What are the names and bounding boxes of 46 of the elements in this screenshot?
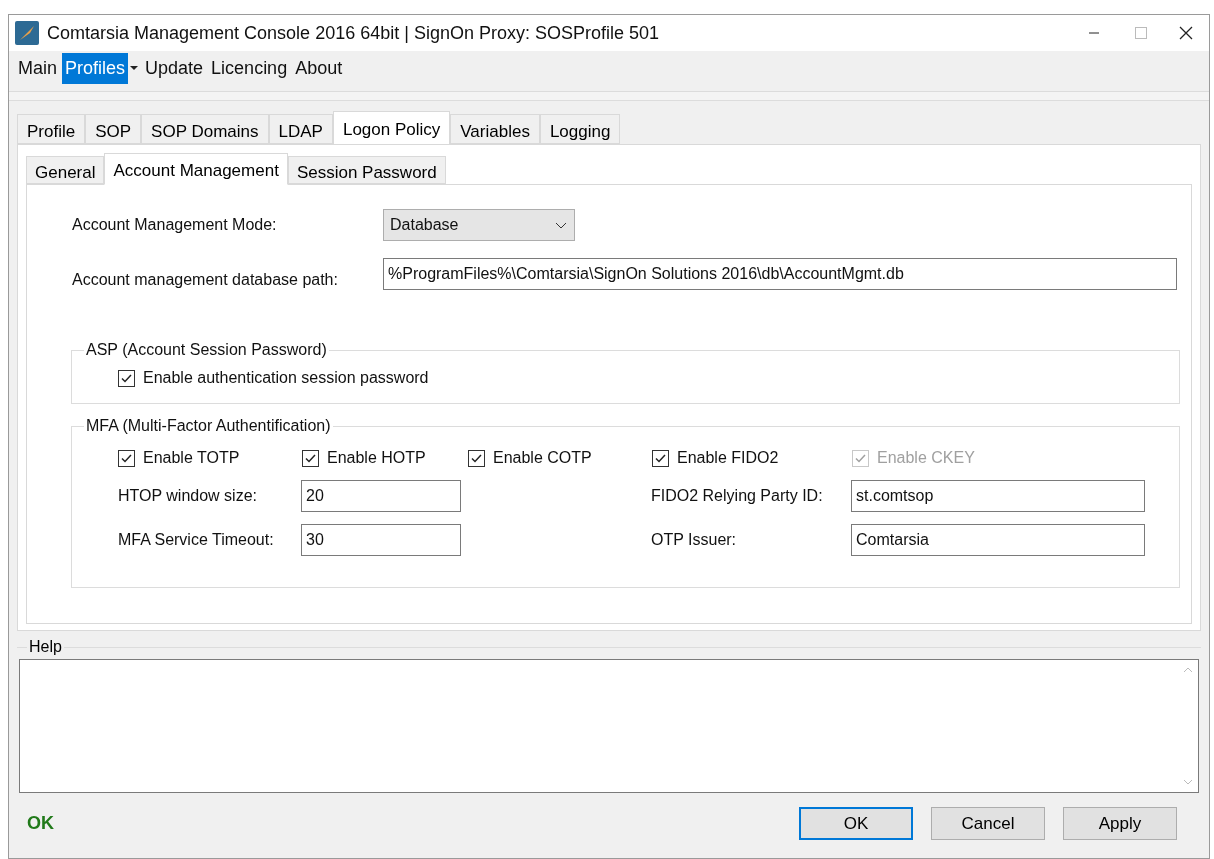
group-title: MFA (Multi-Factor Authentification) — [85, 416, 332, 436]
menu-item[interactable]: About — [292, 52, 346, 84]
checkbox[interactable]: Enable TOTP — [118, 446, 302, 470]
dialog-button[interactable]: Apply — [1063, 807, 1177, 840]
tab[interactable]: General — [26, 156, 105, 184]
field-label: Account management database path: — [72, 270, 339, 290]
menu-item[interactable]: Licencing — [208, 52, 291, 84]
checkbox[interactable]: Enable COTP — [468, 446, 652, 470]
scroll-down-icon[interactable] — [1183, 778, 1193, 786]
tab[interactable]: Logon Policy — [332, 111, 451, 145]
dropdown-caret-icon[interactable] — [128, 63, 141, 73]
text-field[interactable]: 30 — [301, 524, 461, 556]
field-label: FIDO2 Relying Party ID: — [651, 486, 824, 506]
tab[interactable]: Session Password — [287, 156, 446, 184]
text-field[interactable]: Comtarsia — [851, 524, 1145, 556]
checkbox[interactable]: Enable FIDO2 — [652, 446, 852, 470]
status-text: OK — [27, 812, 54, 835]
menu-item[interactable]: Profiles — [62, 52, 129, 84]
dialog-button[interactable]: Cancel — [931, 807, 1045, 840]
tab[interactable]: Logging — [539, 114, 621, 144]
text-field[interactable]: %ProgramFiles%\Comtarsia\SignOn Solutions 2016\db\AccountMgmt.db — [383, 258, 1177, 290]
dialog-button[interactable]: OK — [799, 807, 913, 840]
field-label: OTP Issuer: — [651, 530, 738, 550]
group-title: Help — [28, 637, 63, 657]
checkbox[interactable]: Enable HOTP — [302, 446, 468, 470]
app-icon — [15, 21, 39, 45]
field-label: HTOP window size: — [118, 486, 258, 506]
group-title: ASP (Account Session Password) — [85, 340, 328, 360]
menu-item[interactable]: Update — [142, 52, 207, 84]
text-field[interactable]: 20 — [301, 480, 461, 512]
field-label: MFA Service Timeout: — [118, 530, 275, 550]
field-label: Account Management Mode: — [72, 215, 278, 235]
tab[interactable]: SOP Domains — [141, 114, 269, 144]
tab[interactable]: Account Management — [104, 153, 288, 185]
tab[interactable]: Variables — [450, 114, 540, 144]
scroll-up-icon[interactable] — [1183, 666, 1193, 674]
chevron-down-icon — [554, 220, 568, 230]
mode-dropdown[interactable]: Database — [383, 209, 575, 241]
text-field[interactable]: st.comtsop — [851, 480, 1145, 512]
checkbox[interactable]: Enable authentication session password — [118, 366, 1133, 390]
tab[interactable]: LDAP — [268, 114, 333, 144]
window-title: Comtarsia Management Console 2016 64bit | SignOn Proxy: SOSProfile 501 — [47, 21, 659, 45]
tab[interactable]: SOP — [85, 114, 142, 144]
menu-item[interactable]: Main — [15, 52, 60, 84]
help-text-area[interactable] — [19, 659, 1199, 793]
tab[interactable]: Profile — [17, 114, 86, 144]
